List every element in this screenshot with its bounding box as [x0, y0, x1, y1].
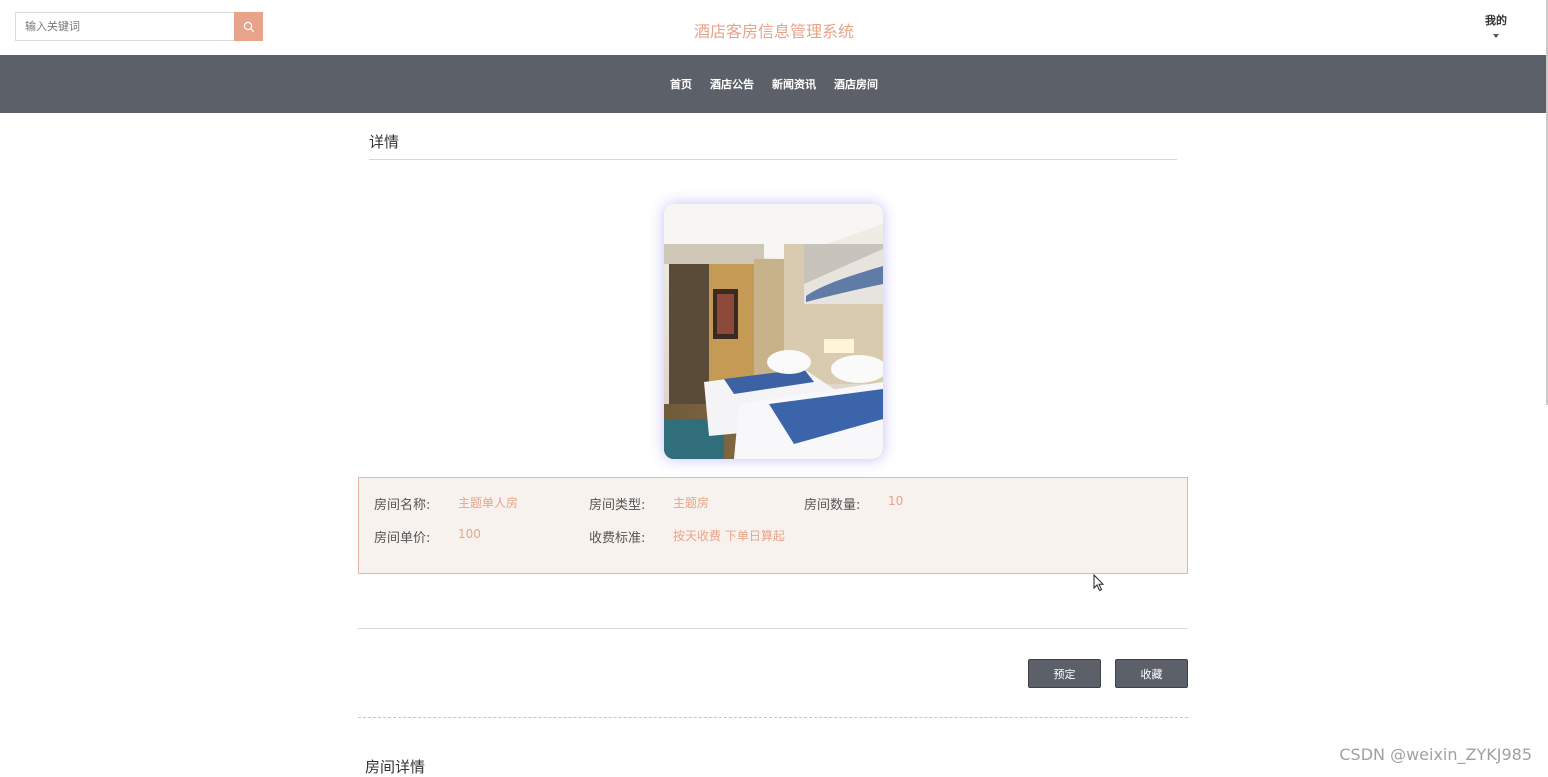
section-divider — [358, 628, 1188, 629]
charge-standard-label: 收费标准: — [589, 530, 646, 546]
detail-heading: 详情 — [369, 131, 1177, 160]
site-title: 酒店客房信息管理系统 — [693, 22, 854, 41]
info-room-name: 房间名称: 主题单人房 — [374, 494, 589, 513]
main-nav: 首页 酒店公告 新闻资讯 酒店房间 — [0, 55, 1548, 113]
info-charge-standard: 收费标准: 按天收费 下单日算起 — [589, 527, 889, 546]
caret-down-icon — [1493, 34, 1499, 38]
room-photo — [664, 204, 883, 459]
user-menu-label: 我的 — [1485, 14, 1507, 27]
book-button[interactable]: 预定 — [1028, 659, 1101, 688]
room-name-value: 主题单人房 — [458, 495, 519, 510]
info-row-2: 房间单价: 100 收费标准: 按天收费 下单日算起 — [374, 526, 889, 546]
info-room-count: 房间数量: 10 — [804, 494, 1019, 513]
user-menu[interactable]: 我的 — [1478, 12, 1514, 38]
charge-standard-value: 按天收费 下单日算起 — [673, 528, 785, 543]
top-header: 酒店客房信息管理系统 我的 — [0, 0, 1548, 55]
room-info-panel: 房间名称: 主题单人房 房间类型: 主题房 房间数量: 10 房间单价: 100… — [358, 477, 1188, 574]
info-room-price: 房间单价: 100 — [374, 527, 589, 546]
room-type-label: 房间类型: — [589, 497, 646, 513]
nav-item-announcements[interactable]: 酒店公告 — [710, 76, 754, 92]
watermark: CSDN @weixin_ZYKJ985 — [1339, 745, 1532, 764]
room-count-value: 10 — [888, 493, 904, 508]
room-price-value: 100 — [458, 526, 481, 541]
info-row-1: 房间名称: 主题单人房 房间类型: 主题房 房间数量: 10 — [374, 493, 1019, 513]
dashed-divider — [358, 717, 1188, 718]
nav-item-home[interactable]: 首页 — [670, 76, 692, 92]
mouse-cursor-icon — [1093, 574, 1105, 592]
room-photo-illustration — [664, 204, 883, 459]
room-type-value: 主题房 — [673, 495, 710, 510]
room-price-label: 房间单价: — [374, 530, 431, 546]
info-room-type: 房间类型: 主题房 — [589, 494, 804, 513]
nav-item-news[interactable]: 新闻资讯 — [772, 76, 816, 92]
room-count-label: 房间数量: — [804, 497, 861, 513]
nav-item-rooms[interactable]: 酒店房间 — [834, 76, 878, 92]
favorite-button[interactable]: 收藏 — [1115, 659, 1188, 688]
room-name-label: 房间名称: — [374, 497, 431, 513]
